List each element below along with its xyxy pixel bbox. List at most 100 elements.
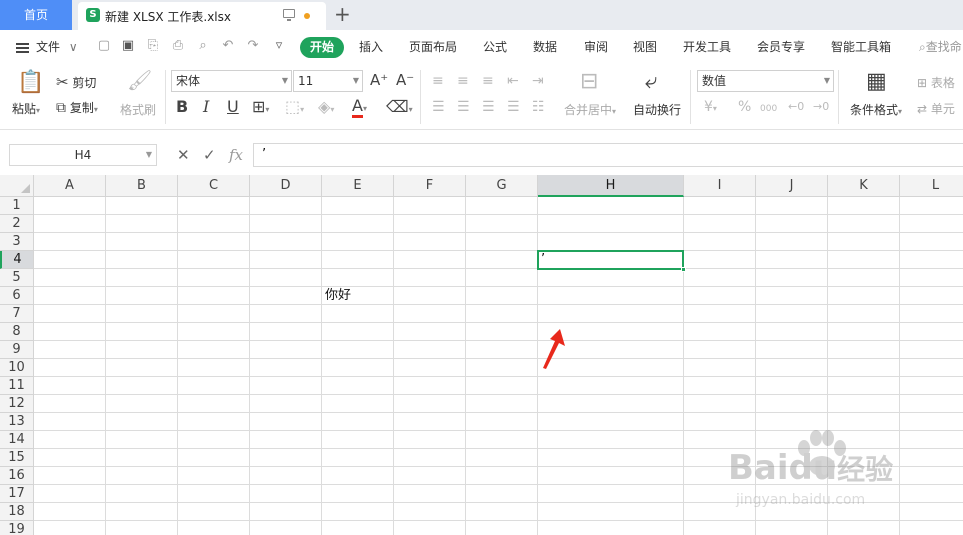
conditional-format-icon[interactable]: ▦ xyxy=(866,70,887,94)
indent-increase-icon[interactable]: ⇥ xyxy=(532,72,544,90)
row-header-2[interactable]: 2 xyxy=(0,215,34,233)
row-header-5[interactable]: 5 xyxy=(0,269,34,287)
file-tab[interactable]: S 新建 XLSX 工作表.xlsx xyxy=(78,2,326,30)
row-header-11[interactable]: 11 xyxy=(0,377,34,395)
indent-decrease-icon[interactable]: ⇤ xyxy=(507,72,519,90)
column-header-g[interactable]: G xyxy=(466,175,538,197)
row-header-1[interactable]: 1 xyxy=(0,197,34,215)
menu-tab-member[interactable]: 会员专享 xyxy=(757,38,805,55)
bold-button[interactable]: B xyxy=(176,98,188,116)
row-header-12[interactable]: 12 xyxy=(0,395,34,413)
row-header-4[interactable]: 4 xyxy=(0,251,34,269)
menu-tab-data[interactable]: 数据 xyxy=(533,38,557,55)
fill-color-icon[interactable]: ◈▾ xyxy=(318,98,334,119)
row-header-16[interactable]: 16 xyxy=(0,467,34,485)
row-header-17[interactable]: 17 xyxy=(0,485,34,503)
formula-input[interactable]: ’ xyxy=(253,143,963,167)
shrink-font-icon[interactable]: A⁻ xyxy=(396,71,414,89)
row-header-7[interactable]: 7 xyxy=(0,305,34,323)
menu-tab-insert[interactable]: 插入 xyxy=(359,38,383,55)
font-name-select[interactable]: 宋体 ▼ xyxy=(171,70,292,92)
row-header-18[interactable]: 18 xyxy=(0,503,34,521)
confirm-icon[interactable]: ✓ xyxy=(203,146,216,164)
copy-button[interactable]: ⧉ 复制▾ xyxy=(56,99,98,116)
print-preview-icon[interactable]: ⌕ xyxy=(196,39,210,53)
paste-button[interactable]: 粘贴▾ xyxy=(12,100,40,117)
menu-tab-formulas[interactable]: 公式 xyxy=(483,38,507,55)
font-color-button[interactable]: A▾ xyxy=(352,96,367,118)
new-tab-button[interactable]: + xyxy=(334,2,351,26)
font-size-select[interactable]: 11 ▼ xyxy=(293,70,363,92)
cancel-icon[interactable]: ✕ xyxy=(177,146,190,164)
cell-e6[interactable]: 你好 xyxy=(325,287,351,305)
menu-tab-review[interactable]: 审阅 xyxy=(584,38,608,55)
format-painter-label[interactable]: 格式刷 xyxy=(120,101,156,118)
monitor-icon[interactable] xyxy=(283,9,295,21)
number-format-select[interactable]: 数值 ▼ xyxy=(697,70,834,92)
cut-button[interactable]: ✂ 剪切 xyxy=(56,73,96,91)
underline-button[interactable]: U xyxy=(227,98,239,116)
row-header-3[interactable]: 3 xyxy=(0,233,34,251)
hamburger-menu-icon[interactable] xyxy=(16,43,29,53)
undo-icon[interactable]: ↶ xyxy=(221,39,235,53)
fill-handle[interactable] xyxy=(681,267,686,272)
table-style-button[interactable]: ⊞ 表格 xyxy=(917,74,955,91)
column-header-l[interactable]: L xyxy=(900,175,963,197)
home-tab[interactable]: 首页 xyxy=(0,0,72,30)
merge-center-button[interactable]: 合并居中▾ xyxy=(564,101,616,118)
select-all-corner[interactable] xyxy=(0,175,34,197)
row-header-6[interactable]: 6 xyxy=(0,287,34,305)
currency-button[interactable]: ¥▾ xyxy=(704,98,717,118)
increase-decimal-icon[interactable]: ←0 xyxy=(788,98,804,116)
row-header-14[interactable]: 14 xyxy=(0,431,34,449)
menu-tab-page-layout[interactable]: 页面布局 xyxy=(409,38,457,55)
redo-icon[interactable]: ↷ xyxy=(246,39,260,53)
column-header-j[interactable]: J xyxy=(756,175,828,197)
row-header-19[interactable]: 19 xyxy=(0,521,34,535)
align-right-icon[interactable]: ☰ xyxy=(482,98,495,116)
row-header-15[interactable]: 15 xyxy=(0,449,34,467)
column-header-k[interactable]: K xyxy=(828,175,900,197)
command-search[interactable]: ⌕查找命 xyxy=(919,38,962,55)
column-header-a[interactable]: A xyxy=(34,175,106,197)
format-painter-icon[interactable]: 🖌 xyxy=(127,70,152,90)
cell-style-icon[interactable]: ⬚▾ xyxy=(285,98,304,119)
italic-button[interactable]: I xyxy=(203,98,209,116)
menu-tab-start[interactable]: 开始 xyxy=(300,37,344,58)
column-header-h[interactable]: H xyxy=(538,175,684,197)
grow-font-icon[interactable]: A⁺ xyxy=(370,71,388,89)
new-document-icon[interactable]: ▢ xyxy=(97,39,111,53)
customize-dropdown-icon[interactable]: ▿ xyxy=(272,39,286,53)
export-icon[interactable]: ⎘ xyxy=(146,39,160,53)
align-top-icon[interactable]: ≡ xyxy=(432,72,444,90)
align-center-icon[interactable]: ☰ xyxy=(457,98,470,116)
row-header-8[interactable]: 8 xyxy=(0,323,34,341)
thousands-icon[interactable]: 000 xyxy=(760,100,777,118)
conditional-format-button[interactable]: 条件格式▾ xyxy=(850,101,902,118)
row-header-10[interactable]: 10 xyxy=(0,359,34,377)
percent-icon[interactable]: % xyxy=(738,98,751,116)
column-header-b[interactable]: B xyxy=(106,175,178,197)
paste-icon[interactable]: 📋 xyxy=(17,70,44,96)
border-icon[interactable]: ⊞▾ xyxy=(252,98,269,119)
print-icon[interactable]: ⎙ xyxy=(171,39,185,53)
cell-button[interactable]: ⇄ 单元 xyxy=(917,100,955,117)
column-header-c[interactable]: C xyxy=(178,175,250,197)
wrap-text-button[interactable]: 自动换行 xyxy=(633,101,681,118)
menu-tab-smart-toolbox[interactable]: 智能工具箱 xyxy=(831,38,891,55)
name-box[interactable]: H4 ▼ xyxy=(9,144,157,166)
align-bottom-icon[interactable]: ≡ xyxy=(482,72,494,90)
save-icon[interactable]: ▣ xyxy=(121,39,135,53)
distribute-icon[interactable]: ☷ xyxy=(532,98,545,116)
eraser-icon[interactable]: ⌫▾ xyxy=(386,98,413,119)
row-header-9[interactable]: 9 xyxy=(0,341,34,359)
column-header-e[interactable]: E xyxy=(322,175,394,197)
align-left-icon[interactable]: ☰ xyxy=(432,98,445,116)
row-header-13[interactable]: 13 xyxy=(0,413,34,431)
merge-center-icon[interactable]: ⊟ xyxy=(580,70,598,94)
column-header-d[interactable]: D xyxy=(250,175,322,197)
file-menu[interactable]: 文件 ∨ xyxy=(36,38,78,55)
align-middle-icon[interactable]: ≡ xyxy=(457,72,469,90)
column-header-f[interactable]: F xyxy=(394,175,466,197)
decrease-decimal-icon[interactable]: →0 xyxy=(813,98,829,116)
